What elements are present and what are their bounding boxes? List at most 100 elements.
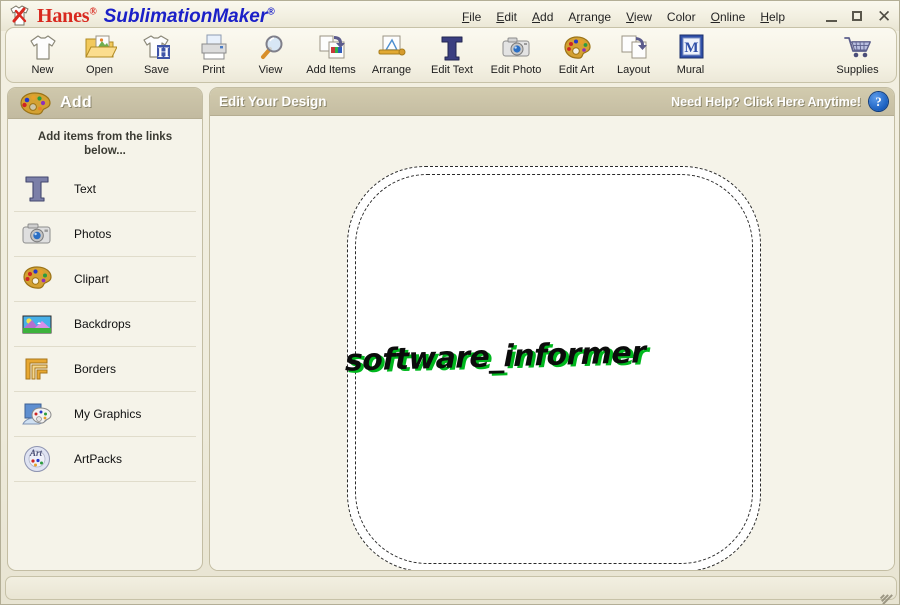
toolbar-button-view[interactable]: View [242,29,299,83]
menu-item-online[interactable]: Online [710,10,747,24]
menu-item-arrange[interactable]: Arrange [567,10,612,24]
brand-name: Hanes® [37,6,97,26]
toolbar-button-save[interactable]: H Save [128,29,185,83]
toolbar-label-mural: Mural [676,64,705,76]
resize-grip-icon[interactable] [876,581,893,604]
toolbar-label-print: Print [202,64,225,76]
text-t-icon [435,32,469,63]
my-graphics-icon [20,398,54,430]
toolbar-label-view: View [258,64,283,76]
question-mark-icon[interactable]: ? [869,92,888,111]
menu-online-rest: nline [719,10,746,24]
help-group[interactable]: Need Help? Click Here Anytime! ? [671,92,888,111]
toolbar-label-edit-photo: Edit Photo [490,64,542,76]
artwork-text-object[interactable]: software_informer software_informer [345,335,749,386]
toolbar-button-print[interactable]: Print [185,29,242,83]
svg-text:M: M [684,40,698,56]
sidebar-label-clipart: Clipart [74,272,109,286]
sidebar-label-text: Text [74,182,97,196]
toolbar-button-new[interactable]: New [14,29,71,83]
toolbar-label-supplies: Supplies [836,64,879,76]
menu-item-view[interactable]: View [625,10,653,24]
toolbar-label-layout: Layout [616,64,651,76]
minimize-icon[interactable] [825,10,839,24]
design-panel-header: Edit Your Design Need Help? Click Here A… [210,88,894,116]
menu-item-file[interactable]: File [461,10,482,24]
application-window: Hanes® SublimationMaker® File Edit Add A… [0,0,900,605]
help-prompt-text: Need Help? Click Here Anytime! [671,94,861,109]
sidebar-item-list: Text Photos Clipart Backdrops Borders My… [8,167,202,482]
menu-item-color[interactable]: Color [666,10,697,24]
toolbar-label-open: Open [86,64,113,76]
close-icon[interactable]: ✕ [877,8,891,25]
svg-text:H: H [157,45,169,61]
design-panel: Edit Your Design Need Help? Click Here A… [209,87,895,571]
printer-icon [197,32,231,63]
toolbar-button-add-items[interactable]: Add Items [299,29,363,83]
palette-icon [20,263,54,295]
palette-icon [560,32,594,63]
artwork-text-outline: software_informer [345,335,646,379]
sidebar-item-photos[interactable]: Photos [14,212,196,257]
border-corner-icon [20,353,54,385]
sidebar-item-text[interactable]: Text [14,167,196,212]
menu-bar: File Edit Add Arrange View Color Online … [461,8,786,26]
sidebar-item-backdrops[interactable]: Backdrops [14,302,196,347]
menu-view-rest: iew [633,10,652,24]
text-t-icon [20,173,54,205]
sidebar-item-artpacks[interactable]: Art ArtPacks [14,437,196,482]
sidebar-item-clipart[interactable]: Clipart [14,257,196,302]
add-items-icon [314,32,348,63]
toolbar-button-arrange[interactable]: Arrange [363,29,420,83]
toolbar-label-edit-art: Edit Art [558,64,595,76]
palette-icon [16,91,54,116]
brand-logo-group: Hanes® SublimationMaker® [7,3,275,29]
maximize-icon[interactable] [851,10,865,24]
sidebar-title: Add [60,94,93,111]
menu-help-rest: elp [768,10,785,24]
menu-item-help[interactable]: Help [759,10,786,24]
sidebar-label-my-graphics: My Graphics [74,407,142,421]
toolbar-label-add-items: Add Items [306,64,356,76]
mural-m-icon: M [674,32,708,63]
sidebar-item-my-graphics[interactable]: My Graphics [14,392,196,437]
save-tshirt-icon: H [140,32,174,63]
toolbar-right-group: Supplies [829,29,886,83]
add-sidebar-panel: Add Add items from the links below... Te… [7,87,203,571]
toolbar-button-supplies[interactable]: Supplies [829,29,886,83]
sidebar-label-photos: Photos [74,227,112,241]
sidebar-label-artpacks: ArtPacks [74,452,123,466]
menu-file-rest: ile [469,10,482,24]
toolbar-button-edit-photo[interactable]: Edit Photo [484,29,548,83]
toolbar-button-edit-text[interactable]: Edit Text [420,29,484,83]
layout-pages-icon [617,32,651,63]
toolbar-label-arrange: Arrange [371,64,412,76]
product-registered-mark: ® [267,6,275,18]
status-bar [5,576,897,604]
toolbar-label-save: Save [143,64,170,76]
toolbar-label-edit-text: Edit Text [431,64,473,76]
toolbar-button-open[interactable]: Open [71,29,128,83]
design-panel-title: Edit Your Design [219,94,327,109]
sidebar-label-backdrops: Backdrops [74,317,131,331]
menu-item-edit[interactable]: Edit [495,10,518,24]
shopping-cart-icon [841,32,875,63]
svg-text:Art: Art [29,448,43,458]
tshirt-brush-icon [7,4,33,28]
sidebar-label-my-borders: Borders [74,362,117,376]
toolbar-button-layout[interactable]: Layout [605,29,662,83]
sidebar-subtitle: Add items from the links below... [37,131,173,157]
menu-add-rest: dd [540,10,554,24]
artpacks-disc-icon: Art [20,443,54,475]
toolbar-button-mural[interactable]: M Mural [662,29,719,83]
arrange-icon [375,32,409,63]
toolbar-button-edit-art[interactable]: Edit Art [548,29,605,83]
menu-color-label: Color [666,10,696,24]
window-controls: ✕ [825,7,891,27]
menu-arrange-rest: range [580,10,612,24]
design-canvas-area[interactable]: software_informer software_informer [210,116,894,570]
camera-icon [20,218,54,250]
main-toolbar: New Open H Save Print View Add Items Arr… [5,27,897,83]
sidebar-item-borders[interactable]: Borders [14,347,196,392]
menu-item-add[interactable]: Add [531,10,554,24]
